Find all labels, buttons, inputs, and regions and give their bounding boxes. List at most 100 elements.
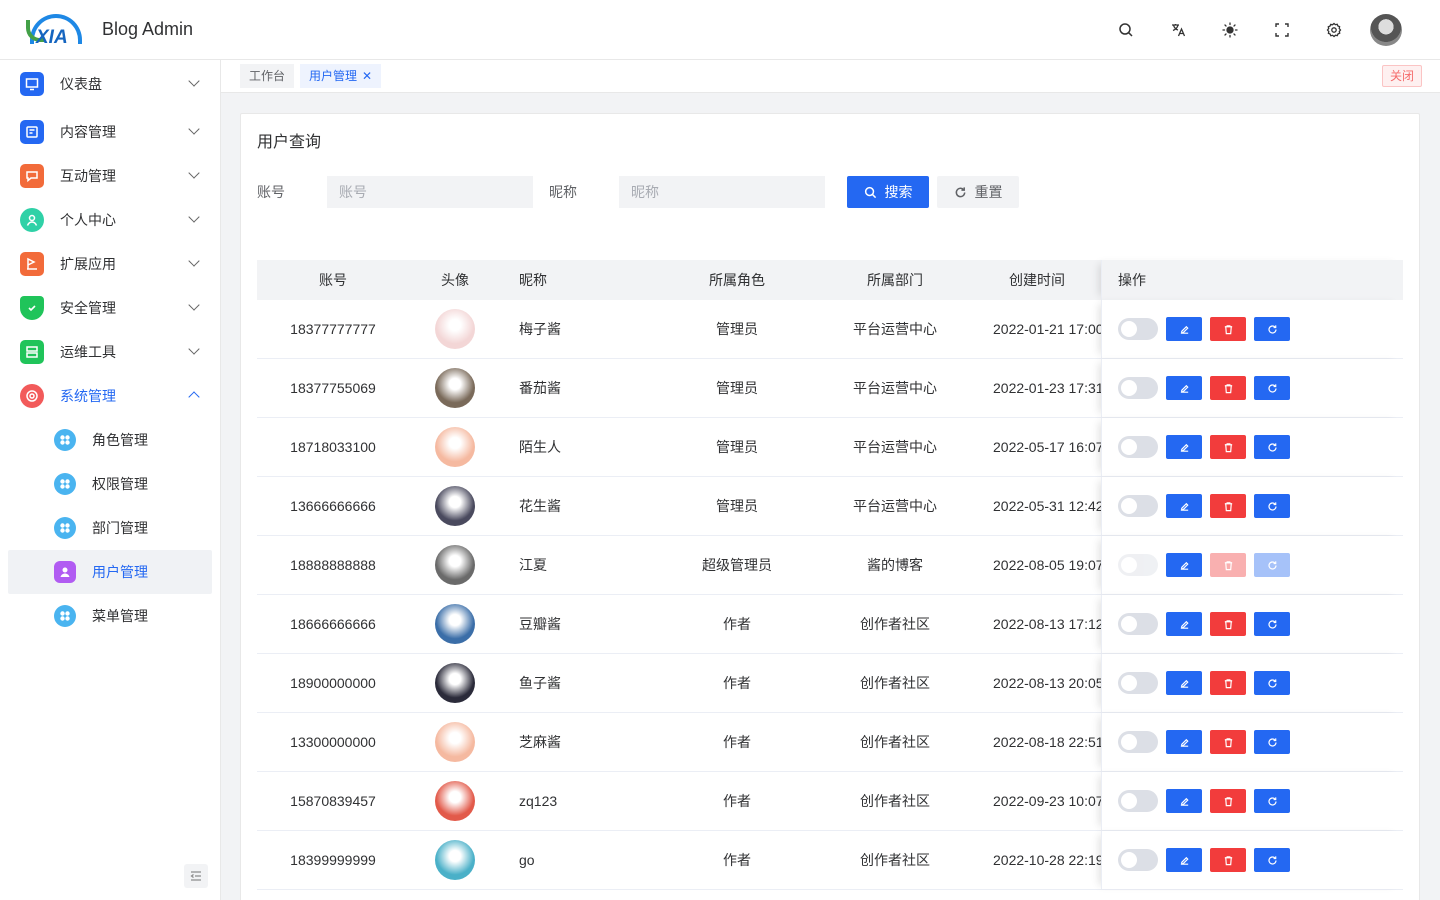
search-icon[interactable]: [1110, 14, 1142, 46]
reset-password-button[interactable]: [1254, 789, 1290, 813]
edit-icon: [1180, 384, 1189, 393]
reset-password-button[interactable]: [1254, 317, 1290, 341]
fullscreen-icon[interactable]: [1266, 14, 1298, 46]
status-toggle[interactable]: [1118, 436, 1158, 458]
nickname-input[interactable]: [619, 176, 825, 208]
status-toggle[interactable]: [1118, 849, 1158, 871]
cell-created: 2022-08-13 20:05: [993, 675, 1101, 691]
edit-button[interactable]: [1166, 730, 1202, 754]
sidebar-subitem-permissions[interactable]: 权限管理: [8, 462, 212, 506]
edit-button[interactable]: [1166, 317, 1202, 341]
status-toggle[interactable]: [1118, 613, 1158, 635]
card-title: 用户查询: [257, 134, 322, 151]
chevron-down-icon: [188, 255, 200, 267]
sidebar-subitem-roles[interactable]: 角色管理: [8, 418, 212, 462]
sidebar-item-interaction[interactable]: 互动管理: [8, 154, 212, 198]
reset-password-button[interactable]: [1254, 376, 1290, 400]
cell-dept: 平台运营中心: [853, 439, 937, 455]
header-nickname: 昵称: [519, 272, 547, 288]
cell-dept: 创作者社区: [860, 852, 930, 868]
edit-button[interactable]: [1166, 553, 1202, 577]
delete-button[interactable]: [1210, 730, 1246, 754]
cell-role: 作者: [723, 734, 751, 750]
reset-password-button[interactable]: [1254, 848, 1290, 872]
sidebar-subitem-menus[interactable]: 菜单管理: [8, 594, 212, 638]
delete-button[interactable]: [1210, 789, 1246, 813]
delete-icon: [1224, 560, 1232, 570]
translate-icon[interactable]: [1162, 14, 1194, 46]
sidebar-item-dashboard[interactable]: 仪表盘: [8, 62, 212, 106]
status-toggle[interactable]: [1118, 554, 1158, 576]
edit-button[interactable]: [1166, 848, 1202, 872]
delete-button[interactable]: [1210, 435, 1246, 459]
status-toggle[interactable]: [1118, 790, 1158, 812]
search-button-label: 搜索: [884, 184, 913, 200]
sidebar-item-content[interactable]: 内容管理: [8, 110, 212, 154]
sidebar-subitem-departments[interactable]: 部门管理: [8, 506, 212, 550]
reset-password-button[interactable]: [1254, 612, 1290, 636]
reset-password-button[interactable]: [1254, 553, 1290, 577]
close-icon[interactable]: ✕: [362, 64, 372, 88]
refresh-icon: [1267, 678, 1277, 688]
sidebar-item-security[interactable]: 安全管理: [8, 286, 212, 330]
account-input[interactable]: [327, 176, 533, 208]
status-toggle[interactable]: [1118, 377, 1158, 399]
delete-icon: [1224, 501, 1232, 511]
edit-button[interactable]: [1166, 612, 1202, 636]
cell-ops: [1101, 772, 1403, 830]
delete-button[interactable]: [1210, 317, 1246, 341]
user-avatar[interactable]: [1370, 13, 1402, 46]
edit-button[interactable]: [1166, 435, 1202, 459]
close-tabs-button[interactable]: 关闭: [1381, 65, 1422, 87]
status-toggle[interactable]: [1118, 672, 1158, 694]
search-button[interactable]: 搜索: [847, 176, 929, 208]
reset-button[interactable]: 重置: [937, 176, 1019, 208]
avatar: [435, 427, 475, 467]
delete-button[interactable]: [1210, 848, 1246, 872]
delete-button[interactable]: [1210, 671, 1246, 695]
edit-button[interactable]: [1166, 376, 1202, 400]
delete-button[interactable]: [1210, 553, 1246, 577]
cell-nickname: 江夏: [519, 557, 547, 573]
sidebar-item-system[interactable]: 系统管理: [8, 374, 212, 418]
delete-icon: [1224, 796, 1232, 806]
app-title: Blog Admin: [102, 19, 194, 39]
table-row: 13300000000 芝麻酱 作者 创作者社区 2022-08-18 22:5…: [257, 713, 1403, 772]
collapse-sidebar-icon[interactable]: [184, 864, 208, 888]
header-created: 创建时间: [1009, 272, 1065, 288]
edit-button[interactable]: [1166, 494, 1202, 518]
edit-icon: [1180, 561, 1189, 570]
theme-icon[interactable]: [1214, 14, 1246, 46]
reset-password-button[interactable]: [1254, 435, 1290, 459]
status-toggle[interactable]: [1118, 731, 1158, 753]
status-toggle[interactable]: [1118, 495, 1158, 517]
edit-button[interactable]: [1166, 789, 1202, 813]
cell-nickname: go: [519, 852, 535, 868]
cell-dept: 创作者社区: [860, 793, 930, 809]
user-table: 账号 头像 昵称 所属角色 所属部门 创建时间 操作 18377777777 梅…: [257, 260, 1403, 890]
refresh-icon: [1267, 324, 1277, 334]
tab-bar: 工作台 用户管理 ✕ 关闭: [221, 60, 1440, 93]
sidebar-subitem-users[interactable]: 用户管理: [8, 550, 212, 594]
reset-password-button[interactable]: [1254, 730, 1290, 754]
tab-label: 用户管理: [309, 69, 358, 83]
cell-ops: [1101, 359, 1403, 417]
tab-workbench[interactable]: 工作台: [240, 64, 295, 88]
logo-icon: XIA: [24, 10, 88, 50]
edit-button[interactable]: [1166, 671, 1202, 695]
sidebar-item-devops[interactable]: 运维工具: [8, 330, 212, 374]
delete-button[interactable]: [1210, 494, 1246, 518]
table-row: 18718033100 陌生人 管理员 平台运营中心 2022-05-17 16…: [257, 418, 1403, 477]
sidebar-item-extensions[interactable]: 扩展应用: [8, 242, 212, 286]
settings-icon[interactable]: [1318, 14, 1350, 46]
reset-password-button[interactable]: [1254, 671, 1290, 695]
sidebar-item-profile[interactable]: 个人中心: [8, 198, 212, 242]
delete-button[interactable]: [1210, 376, 1246, 400]
cell-account: 18399999999: [290, 852, 376, 868]
status-toggle[interactable]: [1118, 318, 1158, 340]
delete-button[interactable]: [1210, 612, 1246, 636]
cell-created: 2022-09-23 10:07: [993, 793, 1101, 809]
reset-password-button[interactable]: [1254, 494, 1290, 518]
cell-created: 2022-01-23 17:31: [993, 380, 1101, 396]
tab-user-management[interactable]: 用户管理 ✕: [300, 64, 382, 88]
